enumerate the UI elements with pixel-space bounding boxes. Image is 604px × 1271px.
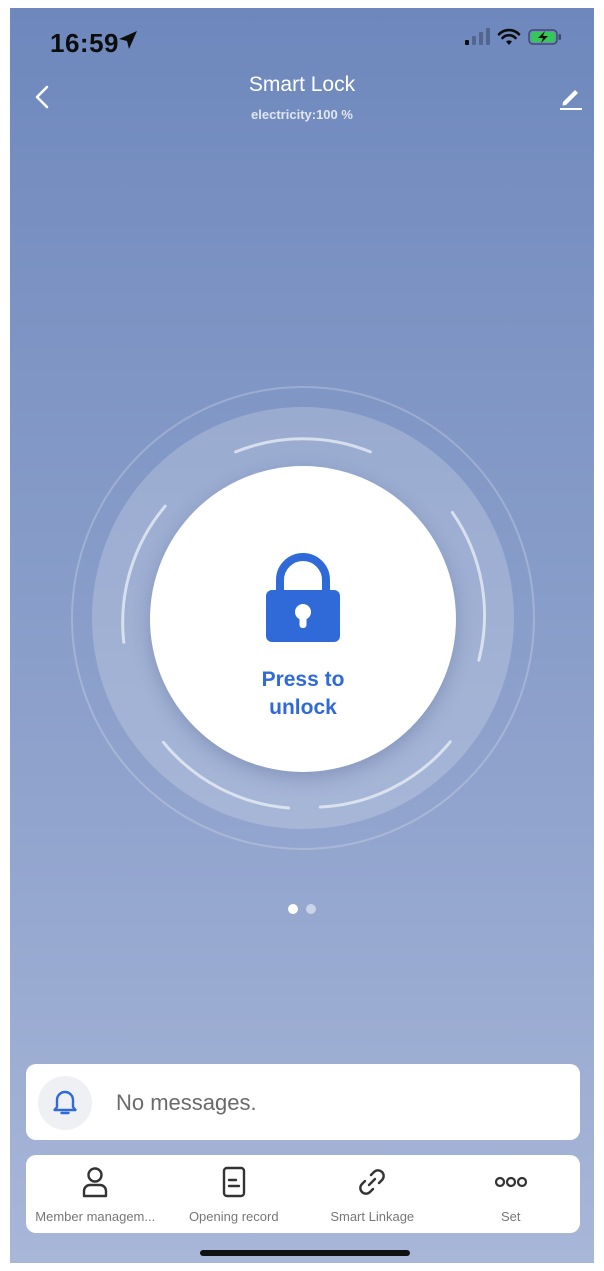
- toolbar-item-smart-linkage[interactable]: Smart Linkage: [303, 1155, 442, 1233]
- toolbar-item-set[interactable]: Set: [442, 1155, 581, 1233]
- app-screen: 16:59 Smart Lock electricity:100 % Press…: [10, 8, 594, 1263]
- page-indicator: [288, 904, 316, 914]
- toolbar-label: Opening record: [188, 1209, 279, 1224]
- toolbar-item-opening-record[interactable]: Opening record: [165, 1155, 304, 1233]
- document-icon: [222, 1166, 245, 1198]
- toolbar-label: Set: [500, 1209, 521, 1224]
- toolbar-item-member-management[interactable]: Member managem...: [26, 1155, 165, 1233]
- toolbar-label: Smart Linkage: [330, 1209, 415, 1224]
- cellular-signal-icon: [465, 28, 490, 45]
- messages-text: No messages.: [116, 1090, 257, 1115]
- status-indicators: [464, 28, 562, 46]
- bell-icon-container: [38, 1076, 92, 1130]
- person-icon: [83, 1167, 108, 1198]
- bell-icon: [53, 1090, 77, 1115]
- unlock-button[interactable]: Press to unlock: [150, 466, 456, 772]
- home-indicator[interactable]: [200, 1250, 410, 1256]
- page-dot-2[interactable]: [306, 904, 316, 914]
- page-title: Smart Lock: [248, 73, 356, 96]
- bottom-toolbar: Member managem... Opening record Smart L…: [26, 1155, 580, 1233]
- unlock-label: Press to unlock: [261, 668, 345, 719]
- battery-charging-icon: [528, 29, 561, 45]
- more-dots-icon: [494, 1176, 527, 1188]
- page-dot-1[interactable]: [288, 904, 298, 914]
- wifi-icon: [497, 28, 521, 45]
- edit-button[interactable]: [556, 82, 586, 112]
- messages-card[interactable]: No messages.: [26, 1064, 580, 1140]
- link-icon: [359, 1169, 386, 1195]
- lock-icon: [266, 553, 340, 642]
- status-time: 16:59: [50, 28, 119, 58]
- toolbar-label: Member managem...: [35, 1209, 156, 1224]
- battery-level-text: electricity:100 %: [251, 107, 353, 122]
- location-arrow-icon: [119, 31, 137, 49]
